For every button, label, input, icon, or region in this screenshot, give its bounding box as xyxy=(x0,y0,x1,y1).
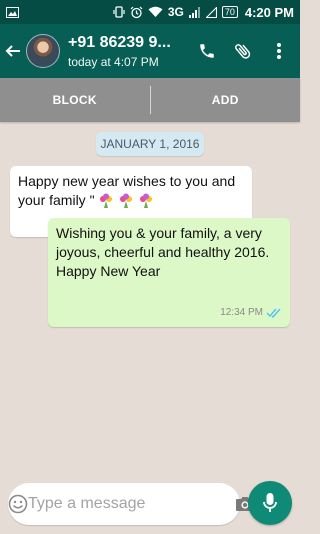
message-composer xyxy=(8,483,254,525)
message-input[interactable] xyxy=(28,495,235,513)
bouquet-icon xyxy=(117,193,135,209)
bouquet-icon xyxy=(97,193,115,209)
phone-icon xyxy=(200,44,214,58)
unknown-contact-bar: BLOCK ADD xyxy=(0,78,300,122)
message-time: 12:34 PM xyxy=(220,303,282,322)
overflow-menu-icon xyxy=(277,43,281,59)
contact-name: +91 86239 9... xyxy=(68,33,171,51)
paperclip-icon xyxy=(235,44,251,59)
bouquet-icon xyxy=(137,193,155,209)
last-seen: today at 4:07 PM xyxy=(68,54,159,69)
block-button[interactable]: BLOCK xyxy=(0,93,150,107)
chat-header: +91 86239 9... today at 4:07 PM xyxy=(0,24,300,78)
avatar[interactable] xyxy=(26,34,60,68)
network-type: 3G xyxy=(167,5,184,19)
more-options-button[interactable] xyxy=(268,40,290,62)
add-contact-button[interactable]: ADD xyxy=(151,93,301,107)
gallery-notification-icon xyxy=(6,6,19,18)
back-arrow-icon xyxy=(5,45,20,57)
voice-message-button[interactable] xyxy=(248,481,292,525)
vibrate-icon xyxy=(113,6,125,18)
message-text: Wishing you & your family, a very joyous… xyxy=(56,225,270,279)
read-ticks-icon xyxy=(266,308,281,318)
signal-icon xyxy=(188,6,201,18)
time-text: 12:34 PM xyxy=(220,307,263,318)
date-separator: JANUARY 1, 2016 xyxy=(96,132,204,156)
alarm-icon xyxy=(130,6,143,19)
wifi-icon xyxy=(148,6,163,18)
smiley-icon xyxy=(8,494,28,514)
battery-icon: 70 xyxy=(221,6,238,18)
bouquet-emoji-group xyxy=(97,193,155,209)
signal-empty-icon xyxy=(205,6,217,18)
status-time: 4:20 PM xyxy=(244,4,294,20)
emoji-button[interactable] xyxy=(8,483,28,525)
back-button[interactable] xyxy=(0,24,26,78)
call-button[interactable] xyxy=(196,40,218,62)
attach-button[interactable] xyxy=(232,40,254,62)
message-list[interactable]: JANUARY 1, 2016 Happy new year wishes to… xyxy=(0,122,300,474)
status-bar: 3G 70 4:20 PM xyxy=(0,0,300,24)
contact-info[interactable]: +91 86239 9... today at 4:07 PM xyxy=(68,34,196,69)
outgoing-message[interactable]: Wishing you & your family, a very joyous… xyxy=(48,218,290,327)
microphone-icon xyxy=(263,493,277,512)
